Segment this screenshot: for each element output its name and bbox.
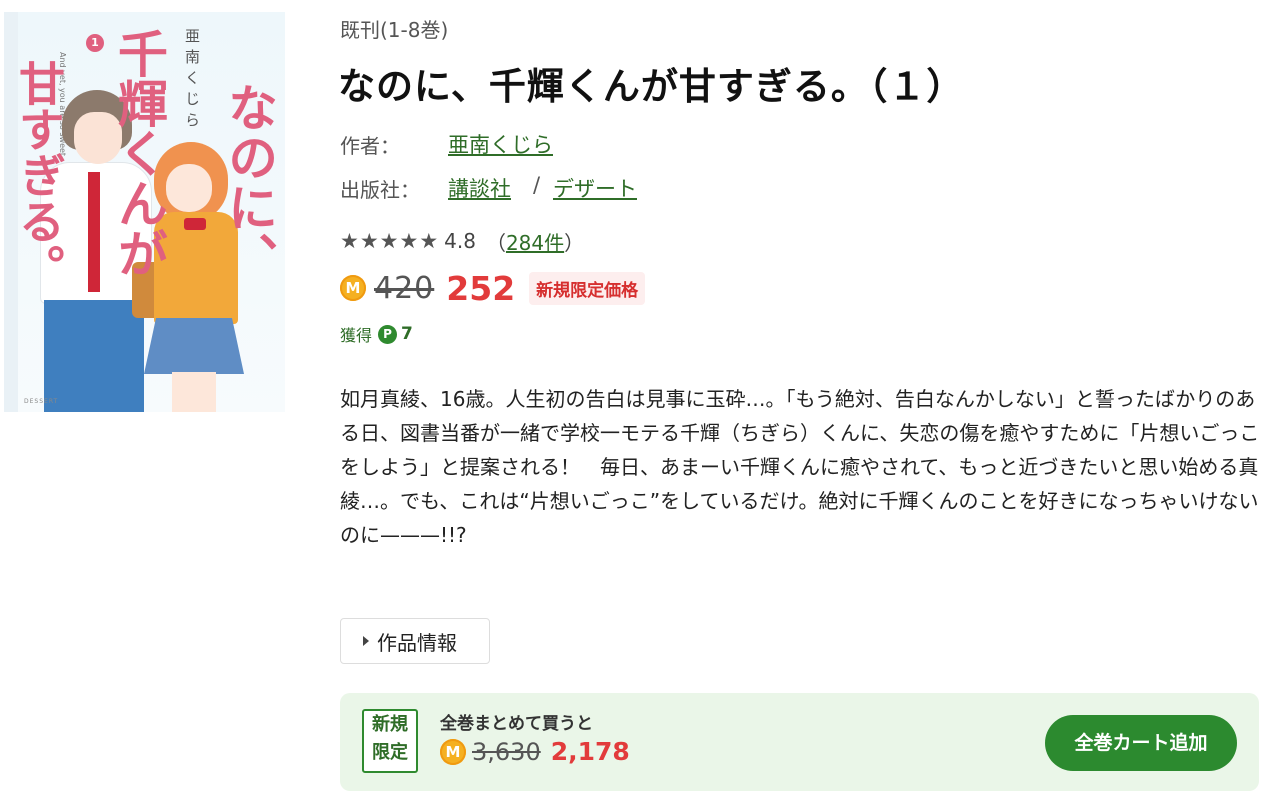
cover-image[interactable]: 1 And yet, you are so sweet. 千輝くんが 甘すぎる。…: [4, 12, 285, 412]
cover-author: 亜南くじら: [183, 28, 201, 133]
star-icon: ★: [419, 228, 439, 253]
cover-girl-bow: [184, 218, 206, 230]
bundle-price-row: M 3,630 2,178: [440, 737, 630, 766]
series-status: 既刊(1-8巻): [340, 18, 449, 42]
caret-right-icon: [363, 636, 369, 646]
star-icon: ★: [399, 228, 419, 253]
author-label: 作者：: [340, 134, 400, 158]
bundle-offer: 新規 限定 全巻まとめて買うと M 3,630 2,178 全巻カート追加: [340, 693, 1259, 791]
cover-title-part-3: なのに、: [220, 82, 279, 282]
limited-price-badge: 新規限定価格: [529, 271, 646, 305]
page-title: なのに、千輝くんが甘すぎる。（１）: [338, 65, 965, 108]
cover-girl-face: [166, 164, 212, 212]
bundle-caption: 全巻まとめて買うと: [440, 714, 593, 734]
cover-girl-skirt: [144, 318, 244, 374]
bundle-original-price: 3,630: [472, 737, 541, 766]
cover-boy-pants: [44, 300, 144, 412]
points-label: 獲得: [340, 326, 373, 345]
cover-girl-legs: [172, 372, 216, 412]
points-row: 獲得 P 7: [340, 322, 413, 346]
add-all-to-cart-button[interactable]: 全巻カート追加: [1045, 715, 1237, 771]
cover-volume-badge: 1: [86, 34, 104, 52]
publisher-separator: /: [533, 173, 541, 197]
cover-title-part-2: 甘すぎる。: [12, 60, 66, 290]
publisher-link[interactable]: 講談社: [448, 173, 511, 203]
rating-count-open: （: [485, 230, 506, 255]
work-info-label: 作品情報: [377, 630, 457, 655]
points-icon: P: [378, 324, 398, 344]
original-price: 420: [374, 270, 435, 306]
sale-price: 252: [446, 268, 516, 308]
coin-icon: M: [340, 275, 366, 301]
publisher-label: 出版社：: [340, 178, 420, 202]
bundle-sale-price: 2,178: [550, 737, 630, 766]
rating-count: （284件）: [486, 227, 584, 256]
work-info-button[interactable]: 作品情報: [340, 618, 490, 664]
rating-stars: ★ ★ ★ ★ ★: [340, 228, 439, 253]
price-row: M 420 252 新規限定価格: [340, 268, 646, 308]
points-value: 7: [401, 324, 413, 344]
label-link[interactable]: デザート: [553, 173, 637, 203]
new-limited-tag-line-1: 新規: [372, 714, 408, 735]
star-icon: ★: [359, 228, 379, 253]
new-limited-tag-line-2: 限定: [372, 742, 408, 763]
rating-row: ★ ★ ★ ★ ★ 4.8 （284件）: [340, 226, 584, 256]
author-link[interactable]: 亜南くじら: [448, 129, 553, 159]
cover-publisher-mark: DESSERT: [24, 398, 59, 405]
rating-value: 4.8: [444, 229, 476, 253]
star-icon: ★: [379, 228, 399, 253]
coin-icon: M: [440, 738, 466, 765]
review-count-link[interactable]: 284件: [506, 231, 564, 255]
cover-title-part-1: 千輝くんが: [110, 28, 169, 278]
cover-boy-tie: [88, 172, 100, 292]
rating-count-close: ）: [564, 230, 585, 255]
star-icon: ★: [340, 228, 359, 253]
description: 如月真綾、16歳。人生初の告白は見事に玉砕…。「もう絶対、告白なんかしない」と誓…: [340, 387, 1260, 547]
new-limited-tag: 新規 限定: [362, 709, 418, 773]
